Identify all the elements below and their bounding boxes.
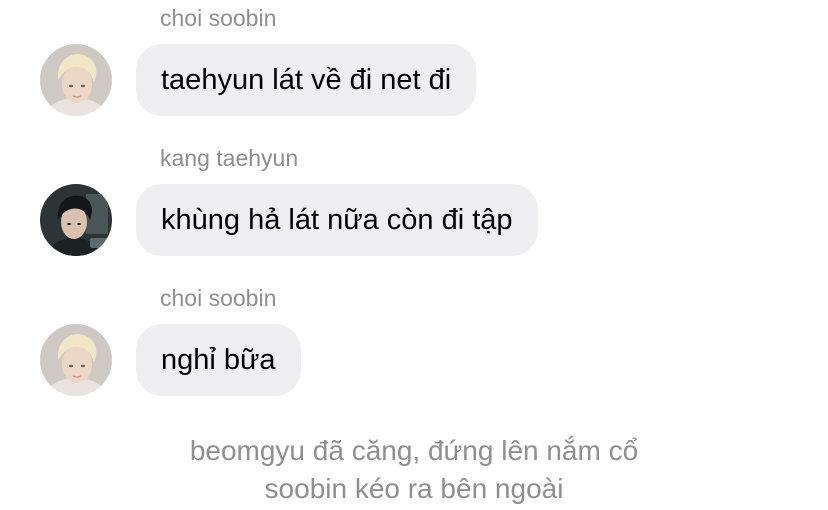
- sender-name: choi soobin: [160, 5, 277, 31]
- message-bubble[interactable]: khùng hả lát nữa còn đi tập: [136, 184, 538, 256]
- narration-text: beomgyu đã căng, đứng lên nắm cổ soobin …: [0, 432, 828, 508]
- dark-hair-person-avatar-icon: [40, 184, 112, 256]
- sender-name: kang taehyun: [160, 145, 299, 171]
- message-bubble[interactable]: nghỉ bữa: [136, 324, 301, 396]
- narration-line: beomgyu đã căng, đứng lên nắm cổ: [189, 435, 639, 466]
- sender-name: choi soobin: [160, 285, 277, 311]
- blond-person-avatar-icon: [40, 44, 112, 116]
- avatar-soobin[interactable]: [40, 324, 112, 396]
- avatar-taehyun[interactable]: [40, 184, 112, 256]
- blond-person-avatar-icon: [40, 324, 112, 396]
- avatar-soobin[interactable]: [40, 44, 112, 116]
- message-bubble[interactable]: taehyun lát về đi net đi: [136, 44, 477, 116]
- narration-line: soobin kéo ra bên ngoài: [264, 473, 564, 504]
